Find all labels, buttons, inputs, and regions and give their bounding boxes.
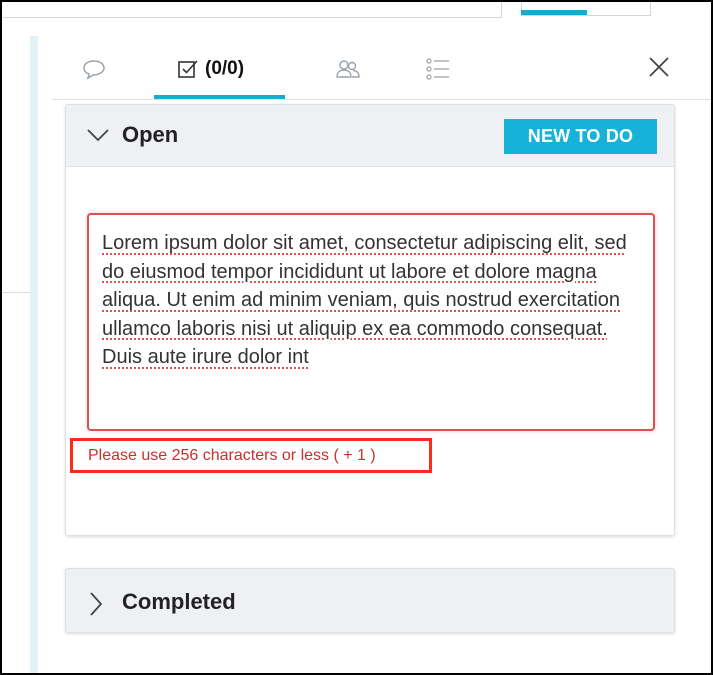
- open-section-header[interactable]: Open NEW TO DO: [66, 105, 674, 167]
- completed-section[interactable]: Completed: [65, 568, 675, 633]
- todo-panel-window: (0/0) Open NEW TO DO Lorem ipsum dolor s…: [0, 0, 713, 675]
- close-icon[interactable]: [646, 54, 672, 80]
- panel-tabs: (0/0): [52, 38, 711, 100]
- panel-left-border: [30, 36, 38, 673]
- todo-text-input[interactable]: Lorem ipsum dolor sit amet, consectetur …: [87, 213, 655, 431]
- tab-todos[interactable]: (0/0): [177, 52, 244, 86]
- tab-comments[interactable]: [82, 52, 106, 86]
- chevron-right-icon[interactable]: [88, 591, 104, 622]
- completed-section-title: Completed: [122, 589, 236, 614]
- top-toolbar-edge: [2, 2, 502, 18]
- chevron-down-icon[interactable]: [86, 127, 110, 148]
- char-limit-error: Please use 256 characters or less ( + 1 …: [88, 446, 376, 464]
- open-section-title: Open: [122, 122, 179, 147]
- checkbox-icon: [177, 58, 199, 80]
- new-todo-button[interactable]: NEW TO DO: [504, 119, 657, 154]
- active-tab-underline: [154, 95, 285, 99]
- people-icon: [335, 58, 361, 80]
- tab-todos-count: (0/0): [205, 58, 245, 79]
- error-highlight: Please use 256 characters or less ( + 1 …: [70, 438, 432, 473]
- tab-participants[interactable]: [335, 52, 361, 86]
- top-tab-indicator: [521, 2, 651, 16]
- comment-icon: [82, 58, 106, 80]
- open-section: Open NEW TO DO Lorem ipsum dolor sit ame…: [65, 104, 675, 536]
- list-icon: [425, 57, 451, 81]
- top-tab-accent: [521, 10, 587, 15]
- left-divider: [2, 292, 30, 293]
- tab-list[interactable]: [425, 52, 451, 86]
